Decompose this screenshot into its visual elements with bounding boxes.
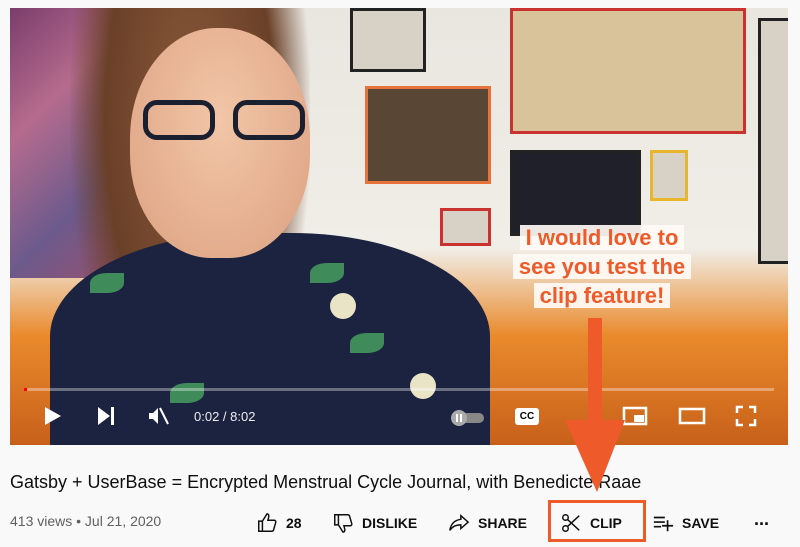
save-label: SAVE bbox=[682, 515, 720, 531]
theater-mode-icon[interactable] bbox=[678, 404, 706, 428]
dislike-button[interactable]: DISLIKE bbox=[332, 510, 417, 536]
miniplayer-icon[interactable] bbox=[622, 404, 648, 428]
more-icon: ... bbox=[754, 508, 770, 529]
share-icon bbox=[449, 514, 470, 531]
share-label: SHARE bbox=[478, 515, 528, 531]
playlist-add-icon bbox=[653, 516, 674, 532]
clip-button[interactable]: CLIP bbox=[560, 510, 622, 536]
video-title: Gatsby + UserBase = Encrypted Menstrual … bbox=[10, 472, 642, 492]
wall-frame bbox=[650, 150, 688, 201]
share-button[interactable]: SHARE bbox=[448, 510, 527, 536]
more-actions-button[interactable]: ... bbox=[754, 506, 769, 532]
wall-frame bbox=[758, 18, 788, 264]
scissors-icon bbox=[562, 514, 580, 532]
presenter-glasses bbox=[143, 100, 313, 140]
thumbs-up-icon bbox=[258, 513, 277, 532]
like-button[interactable]: 28 bbox=[256, 510, 302, 536]
wall-frame bbox=[510, 8, 746, 134]
play-icon[interactable] bbox=[40, 404, 64, 428]
video-player[interactable]: I would love to see you test the clip fe… bbox=[10, 8, 788, 445]
video-meta: 413 views • Jul 21, 2020 bbox=[10, 513, 162, 529]
time-display: 0:02 / 8:02 bbox=[194, 409, 256, 424]
next-icon[interactable] bbox=[94, 404, 118, 428]
annotation-callout: I would love to see you test the clip fe… bbox=[492, 223, 712, 310]
annotation-line: I would love to bbox=[519, 225, 685, 250]
clip-label: CLIP bbox=[590, 515, 622, 531]
captions-button[interactable]: CC bbox=[515, 408, 539, 425]
presenter-face bbox=[130, 28, 310, 258]
dislike-label: DISLIKE bbox=[362, 515, 418, 531]
fullscreen-icon[interactable] bbox=[734, 404, 758, 428]
save-button[interactable]: SAVE bbox=[652, 510, 719, 536]
annotation-line: clip feature! bbox=[533, 283, 671, 308]
progress-bar[interactable] bbox=[24, 388, 774, 391]
muted-volume-icon[interactable] bbox=[146, 404, 170, 428]
like-count: 28 bbox=[286, 515, 302, 531]
progress-fill bbox=[24, 388, 27, 391]
thumbs-down-icon bbox=[334, 514, 353, 533]
annotation-line: see you test the bbox=[512, 254, 692, 279]
autoplay-toggle[interactable] bbox=[450, 410, 486, 426]
